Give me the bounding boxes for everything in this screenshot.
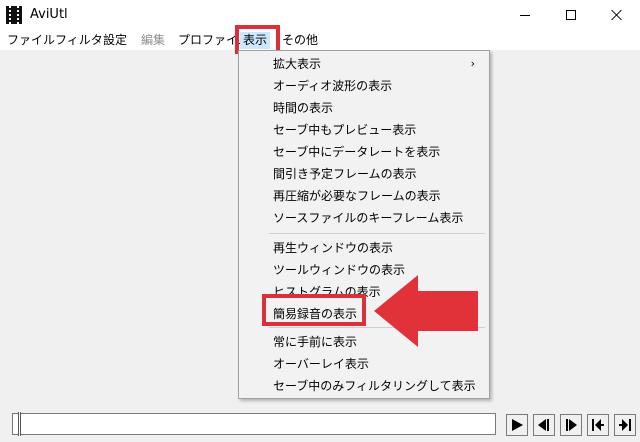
close-button[interactable] xyxy=(594,0,640,30)
menu-item-filter-while-saving[interactable]: セーブ中のみフィルタリングして表示 xyxy=(239,375,489,397)
close-icon xyxy=(611,9,623,21)
menu-other[interactable]: その他 xyxy=(282,32,318,49)
menu-filter[interactable]: フィルタ xyxy=(55,32,103,49)
menu-item-datarate-while-saving[interactable]: セーブ中にデータレートを表示 xyxy=(239,141,489,163)
menu-bar: ファイル フィルタ 設定 編集 プロファイル 表示 その他 xyxy=(0,30,640,50)
menu-edit[interactable]: 編集 xyxy=(141,32,165,49)
menu-separator xyxy=(269,233,485,234)
first-frame-button[interactable] xyxy=(587,414,609,436)
menu-item-recompress-frames[interactable]: 再圧縮が必要なフレームの表示 xyxy=(239,185,489,207)
menu-item-thinned-frames[interactable]: 間引き予定フレームの表示 xyxy=(239,163,489,185)
prev-frame-icon xyxy=(538,419,549,431)
first-frame-icon xyxy=(592,419,604,431)
item-highlight-annotation xyxy=(262,294,366,326)
left-arrow-icon xyxy=(374,275,478,347)
menu-item-preview-while-saving[interactable]: セーブ中もプレビュー表示 xyxy=(239,119,489,141)
menu-item-audio-waveform[interactable]: オーディオ波形の表示 xyxy=(239,75,489,97)
last-frame-button[interactable] xyxy=(614,414,636,436)
seek-thumb[interactable] xyxy=(18,412,21,436)
maximize-button[interactable] xyxy=(548,0,594,30)
menu-file[interactable]: ファイル xyxy=(7,32,55,49)
menu-item-playback-window[interactable]: 再生ウィンドウの表示 xyxy=(239,237,489,259)
menu-item-time[interactable]: 時間の表示 xyxy=(239,97,489,119)
seek-bar[interactable] xyxy=(12,412,496,436)
title-bar: AviUtl xyxy=(0,0,640,30)
next-frame-button[interactable] xyxy=(560,414,582,436)
next-frame-icon xyxy=(566,419,577,431)
maximize-icon xyxy=(566,10,576,20)
minimize-icon xyxy=(520,14,530,16)
menu-item-source-keyframes[interactable]: ソースファイルのキーフレーム表示 xyxy=(239,207,489,229)
menu-item-zoom[interactable]: 拡大表示 › xyxy=(239,53,489,75)
chevron-right-icon: › xyxy=(470,57,475,70)
play-button[interactable] xyxy=(506,414,528,436)
minimize-button[interactable] xyxy=(502,0,548,30)
menu-settings[interactable]: 設定 xyxy=(103,32,127,49)
window-title: AviUtl xyxy=(30,7,68,22)
app-film-icon[interactable] xyxy=(6,6,22,24)
prev-frame-button[interactable] xyxy=(533,414,555,436)
menu-item-label: 拡大表示 xyxy=(273,57,322,71)
play-icon xyxy=(512,419,523,431)
menu-item-overlay[interactable]: オーバーレイ表示 xyxy=(239,353,489,375)
last-frame-icon xyxy=(619,419,631,431)
